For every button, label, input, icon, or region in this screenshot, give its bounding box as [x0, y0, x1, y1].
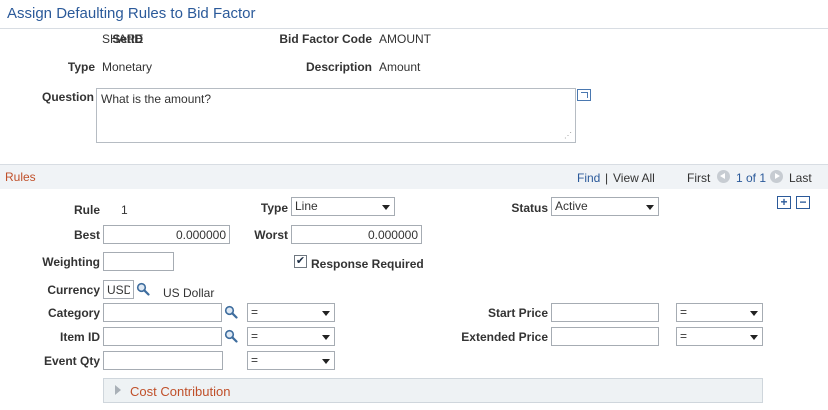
- worst-label: Worst: [254, 228, 288, 242]
- magnifying-glass-icon[interactable]: [224, 329, 238, 343]
- event-qty-operator-select[interactable]: =: [247, 351, 335, 370]
- nav-separator: |: [605, 171, 609, 185]
- delete-row-button[interactable]: −: [796, 196, 810, 209]
- add-row-button[interactable]: +: [777, 196, 791, 209]
- start-price-input[interactable]: [551, 303, 659, 322]
- page-title: Assign Defaulting Rules to Bid Factor: [7, 5, 256, 22]
- type-label: Type: [67, 60, 95, 74]
- next-arrow-icon[interactable]: [770, 170, 783, 183]
- collapsed-triangle-icon[interactable]: [115, 385, 121, 395]
- last-label[interactable]: Last: [789, 171, 812, 185]
- item-id-label: Item ID: [59, 330, 100, 344]
- chevron-down-icon: [750, 311, 758, 316]
- extended-price-label: Extended Price: [461, 330, 548, 344]
- currency-input[interactable]: [103, 280, 134, 299]
- magnifying-glass-icon[interactable]: [136, 282, 150, 296]
- rules-title: Rules: [5, 170, 36, 184]
- rule-label: Rule: [73, 203, 100, 217]
- rule-type-selected: Line: [295, 199, 318, 213]
- setid-value: SHARE: [102, 32, 144, 46]
- chevron-down-icon: [322, 359, 330, 364]
- currency-description: US Dollar: [163, 286, 215, 300]
- category-label: Category: [47, 306, 100, 320]
- extended-price-input[interactable]: [551, 327, 659, 346]
- bid-factor-code-label: Bid Factor Code: [279, 32, 372, 46]
- bid-factor-code-value: AMOUNT: [379, 32, 431, 46]
- magnifying-glass-icon[interactable]: [224, 305, 238, 319]
- row-count: 1 of 1: [736, 171, 767, 185]
- chevron-down-icon: [322, 311, 330, 316]
- event-qty-input[interactable]: [103, 351, 223, 370]
- worst-input[interactable]: [291, 225, 422, 244]
- item-id-input[interactable]: [103, 327, 222, 346]
- event-qty-operator-selected: =: [251, 353, 259, 367]
- weighting-input[interactable]: [103, 252, 174, 271]
- category-operator-select[interactable]: =: [247, 303, 335, 322]
- category-operator-selected: =: [251, 305, 259, 319]
- response-required-checkbox[interactable]: ✔: [294, 255, 307, 268]
- rule-type-select[interactable]: Line: [291, 197, 395, 216]
- weighting-label: Weighting: [42, 255, 100, 269]
- resize-grip-icon[interactable]: ⋰: [564, 131, 572, 140]
- currency-label: Currency: [47, 283, 100, 297]
- previous-arrow-icon[interactable]: [717, 170, 730, 183]
- item-id-operator-select[interactable]: =: [247, 327, 335, 346]
- status-select[interactable]: Active: [551, 197, 659, 216]
- question-text: What is the amount?: [101, 92, 212, 106]
- status-label: Status: [511, 201, 548, 215]
- response-required-label: Response Required: [311, 257, 424, 271]
- extended-price-operator-select[interactable]: =: [676, 327, 763, 346]
- chevron-down-icon: [382, 205, 390, 210]
- item-id-operator-selected: =: [251, 329, 259, 343]
- chevron-down-icon: [750, 335, 758, 340]
- find-link[interactable]: Find: [577, 171, 600, 185]
- start-price-operator-selected: =: [680, 305, 688, 319]
- description-value: Amount: [379, 60, 421, 74]
- type-value: Monetary: [102, 60, 153, 74]
- event-qty-label: Event Qty: [43, 354, 100, 368]
- best-label: Best: [73, 228, 100, 242]
- description-label: Description: [305, 60, 372, 74]
- start-price-operator-select[interactable]: =: [676, 303, 763, 322]
- rule-type-label: Type: [260, 201, 288, 215]
- title-divider: [0, 28, 828, 29]
- question-label: Question: [41, 90, 94, 104]
- rule-value: 1: [121, 203, 128, 217]
- chevron-down-icon: [646, 205, 654, 210]
- chevron-down-icon: [322, 335, 330, 340]
- category-input[interactable]: [103, 303, 222, 322]
- extended-price-operator-selected: =: [680, 329, 688, 343]
- cost-contribution-label[interactable]: Cost Contribution: [130, 384, 230, 399]
- question-textarea[interactable]: What is the amount? ⋰: [96, 88, 576, 143]
- expand-window-icon[interactable]: [577, 89, 591, 101]
- first-label[interactable]: First: [687, 171, 710, 185]
- best-input[interactable]: [103, 225, 230, 244]
- view-all-link[interactable]: View All: [613, 171, 655, 185]
- start-price-label: Start Price: [487, 306, 548, 320]
- status-selected: Active: [555, 199, 588, 213]
